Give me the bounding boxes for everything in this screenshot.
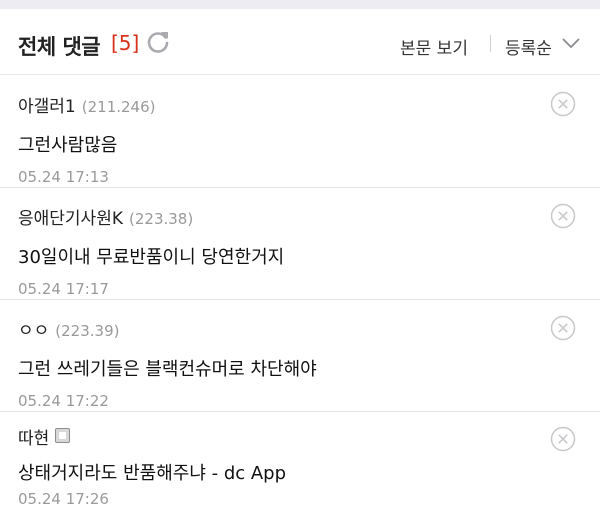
author-name[interactable]: 아갤러1 [18, 97, 76, 117]
author-name[interactable]: ㅇㅇ [18, 321, 49, 341]
comment-item: 따현 상태거지라도 반품해주냐 - dc App 05.24 17:26 [0, 412, 600, 513]
member-badge-icon [55, 428, 71, 443]
close-circle-icon[interactable] [550, 91, 576, 117]
top-strip [0, 0, 600, 9]
comment-author[interactable]: 아갤러1 (211.246) [18, 92, 155, 117]
comment-author[interactable]: ㅇㅇ (223.39) [18, 316, 119, 341]
close-circle-icon[interactable] [550, 426, 576, 452]
refresh-icon[interactable] [145, 29, 171, 55]
author-name[interactable]: 응애단기사원K [18, 209, 123, 229]
author-name[interactable]: 따현 [18, 429, 49, 449]
author-ip: (211.246) [81, 98, 156, 116]
comment-text: 상태거지라도 반품해주냐 - dc App [18, 463, 287, 484]
comment-time: 05.24 17:22 [18, 392, 109, 410]
comment-text: 30일이내 무료반품이니 당연한거지 [18, 247, 285, 268]
close-circle-icon[interactable] [550, 315, 576, 341]
comment-author[interactable]: 응애단기사원K (223.38) [18, 204, 193, 229]
comments-title: 전체 댓글 [18, 35, 101, 59]
comment-text: 그런 쓰레기들은 블랙컨슈머로 차단해야 [18, 359, 317, 380]
comment-header: 전체 댓글 [5] 본문 보기 등록순 [0, 9, 600, 75]
author-ip: (223.38) [129, 210, 194, 228]
comment-item: 아갤러1 (211.246) 그런사람많음 05.24 17:13 [0, 76, 600, 188]
comment-time: 05.24 17:26 [18, 490, 109, 508]
comment-count: [5] [111, 31, 140, 55]
comment-item: ㅇㅇ (223.39) 그런 쓰레기들은 블랙컨슈머로 차단해야 05.24 17… [0, 300, 600, 412]
comment-author[interactable]: 따현 [18, 424, 71, 449]
comment-item: 응애단기사원K (223.38) 30일이내 무료반품이니 당연한거지 05.24… [0, 188, 600, 300]
view-body-button[interactable]: 본문 보기 [400, 34, 468, 59]
sort-dropdown[interactable]: 등록순 [505, 34, 552, 59]
header-divider [490, 35, 491, 52]
comment-text: 그런사람많음 [18, 135, 118, 156]
chevron-down-icon[interactable] [561, 36, 581, 50]
comment-time: 05.24 17:17 [18, 280, 109, 298]
author-ip: (223.39) [55, 322, 120, 340]
comment-time: 05.24 17:13 [18, 168, 109, 186]
close-circle-icon[interactable] [550, 203, 576, 229]
